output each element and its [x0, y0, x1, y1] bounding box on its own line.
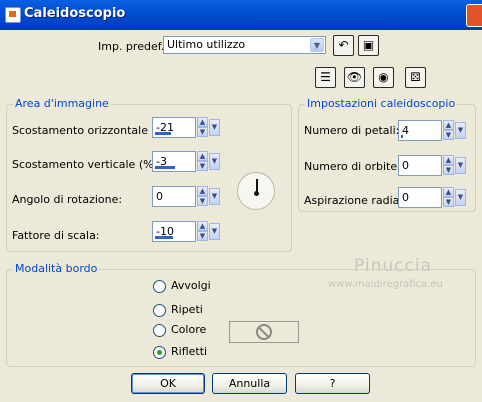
help-button[interactable]: ? — [295, 373, 370, 394]
toggle-preview-button[interactable]: ☰ — [315, 67, 336, 88]
toggle-preview-icon: ☰ — [320, 70, 331, 84]
proof-icon: 👁 — [346, 70, 363, 84]
preset-select[interactable]: Ultimo utilizzo ▼ — [163, 36, 326, 54]
down-arrow-icon[interactable]: ▼ — [443, 130, 454, 140]
randomize-button[interactable]: ⚄ — [405, 67, 426, 88]
v-offset-dropdown[interactable]: ▼ — [209, 153, 220, 170]
v-offset-label: Scostamento verticale (%): — [12, 158, 162, 171]
reset-button[interactable]: ↶ — [333, 35, 354, 56]
scale-input[interactable]: -10 — [152, 221, 196, 242]
orbits-spinner[interactable]: 0 ▲ ▼ ▼ — [398, 155, 466, 176]
suction-value: 0 — [402, 191, 409, 204]
radio-wrap-label[interactable]: Avvolgi — [171, 279, 211, 292]
radio-repeat[interactable] — [153, 304, 166, 317]
proof-button[interactable]: 👁 — [344, 67, 365, 88]
rotation-label: Angolo di rotazione: — [12, 193, 123, 206]
petals-updown[interactable]: ▲ ▼ — [443, 120, 454, 141]
suction-label: Aspirazione radiale: — [304, 194, 413, 207]
radio-repeat-label[interactable]: Ripeti — [171, 303, 203, 316]
image-area-title: Area d'immagine — [13, 97, 111, 110]
orbits-dropdown[interactable]: ▼ — [455, 157, 466, 174]
rotation-value: 0 — [156, 190, 163, 203]
h-offset-updown[interactable]: ▲ ▼ — [197, 117, 208, 138]
window-title: Caleidoscopio — [24, 6, 126, 21]
border-mode-group: Modalità bordo — [6, 262, 476, 367]
down-arrow-icon[interactable]: ▼ — [197, 161, 208, 171]
chevron-down-icon[interactable]: ▼ — [310, 38, 324, 52]
random-icon: ⚄ — [410, 70, 421, 84]
h-offset-spinner[interactable]: -21 ▲ ▼ ▼ — [152, 117, 220, 138]
suction-updown[interactable]: ▲ ▼ — [443, 187, 454, 208]
border-color-swatch[interactable] — [229, 321, 299, 343]
down-arrow-icon[interactable]: ▼ — [443, 197, 454, 207]
v-offset-updown[interactable]: ▲ ▼ — [197, 151, 208, 172]
radio-color-label[interactable]: Colore — [171, 323, 206, 336]
up-arrow-icon[interactable]: ▲ — [197, 117, 208, 127]
up-arrow-icon[interactable]: ▲ — [443, 187, 454, 197]
preset-value: Ultimo utilizzo — [167, 38, 246, 51]
scale-updown[interactable]: ▲ ▼ — [197, 221, 208, 242]
border-mode-title: Modalità bordo — [13, 262, 100, 275]
scale-dropdown[interactable]: ▼ — [209, 223, 220, 240]
up-arrow-icon[interactable]: ▲ — [443, 155, 454, 165]
down-arrow-icon[interactable]: ▼ — [443, 165, 454, 175]
hide-preview-icon: ◉ — [378, 70, 389, 84]
orbits-label: Numero di orbite: — [304, 160, 401, 173]
orbits-value: 0 — [402, 159, 409, 172]
suction-input[interactable]: 0 — [398, 187, 442, 208]
radio-reflect[interactable] — [153, 346, 166, 359]
petals-input[interactable]: 4 — [398, 120, 442, 141]
cancel-button[interactable]: Annulla — [212, 373, 287, 394]
petals-label: Numero di petali: — [304, 124, 400, 137]
save-icon: ▣ — [362, 38, 375, 52]
up-arrow-icon[interactable]: ▲ — [197, 221, 208, 231]
petals-spinner[interactable]: 4 ▲ ▼ ▼ — [398, 120, 466, 141]
petals-dropdown[interactable]: ▼ — [455, 122, 466, 139]
disabled-icon — [256, 324, 272, 340]
scale-label: Fattore di scala: — [12, 229, 100, 242]
v-offset-spinner[interactable]: -3 ▲ ▼ ▼ — [152, 151, 220, 172]
rotation-input[interactable]: 0 — [152, 186, 196, 207]
orbits-input[interactable]: 0 — [398, 155, 442, 176]
suction-dropdown[interactable]: ▼ — [455, 189, 466, 206]
reset-icon: ↶ — [338, 38, 349, 52]
down-arrow-icon[interactable]: ▼ — [197, 127, 208, 137]
up-arrow-icon[interactable]: ▲ — [197, 151, 208, 161]
rotation-dropdown[interactable]: ▼ — [209, 188, 220, 205]
h-offset-label: Scostamento orizzontale (%): — [12, 124, 175, 137]
app-icon — [5, 7, 21, 23]
title-bar[interactable]: Caleidoscopio — [0, 0, 482, 30]
up-arrow-icon[interactable]: ▲ — [443, 120, 454, 130]
kaleidoscope-title: Impostazioni caleidoscopio — [305, 97, 458, 110]
v-offset-level — [155, 166, 175, 169]
preset-label: Imp. predef.: — [98, 40, 168, 53]
petals-level — [401, 135, 403, 138]
scale-level — [155, 236, 173, 239]
suction-spinner[interactable]: 0 ▲ ▼ ▼ — [398, 187, 466, 208]
up-arrow-icon[interactable]: ▲ — [197, 186, 208, 196]
orbits-updown[interactable]: ▲ ▼ — [443, 155, 454, 176]
radio-reflect-label[interactable]: Rifletti — [171, 345, 207, 358]
radio-wrap[interactable] — [153, 280, 166, 293]
down-arrow-icon[interactable]: ▼ — [197, 196, 208, 206]
scale-spinner[interactable]: -10 ▲ ▼ ▼ — [152, 221, 220, 242]
v-offset-input[interactable]: -3 — [152, 151, 196, 172]
h-offset-level — [155, 132, 171, 135]
rotation-spinner[interactable]: 0 ▲ ▼ ▼ — [152, 186, 220, 207]
rotation-updown[interactable]: ▲ ▼ — [197, 186, 208, 207]
ok-button[interactable]: OK — [131, 373, 205, 394]
rotation-dial[interactable] — [237, 172, 275, 210]
dial-center — [254, 191, 259, 196]
save-preset-button[interactable]: ▣ — [358, 35, 379, 56]
petals-value: 4 — [402, 124, 409, 137]
down-arrow-icon[interactable]: ▼ — [197, 231, 208, 241]
close-button[interactable] — [466, 4, 482, 27]
h-offset-dropdown[interactable]: ▼ — [209, 119, 220, 136]
hide-preview-button[interactable]: ◉ — [373, 67, 394, 88]
h-offset-input[interactable]: -21 — [152, 117, 196, 138]
radio-color[interactable] — [153, 324, 166, 337]
